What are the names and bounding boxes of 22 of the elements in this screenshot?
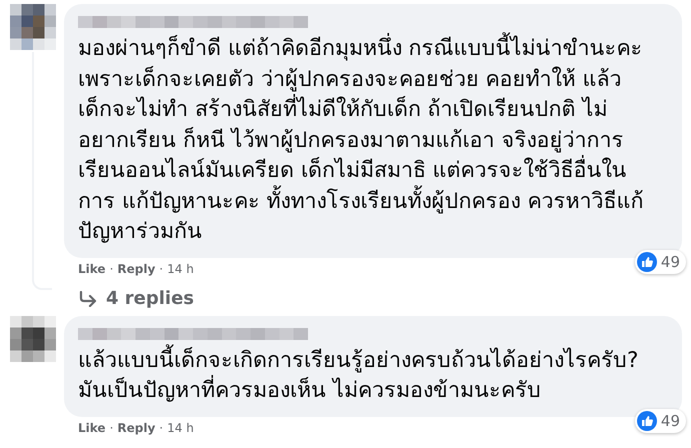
reply-arrow-icon: [78, 290, 98, 306]
thumbs-up-icon: [636, 410, 657, 430]
reaction-count: 49: [660, 412, 680, 430]
blurred-avatar: [10, 316, 56, 362]
like-link[interactable]: Like: [78, 420, 106, 434]
comment-text: มองผ่านๆก็ขำดี แต่ถ้าคิดอีกมุมหนึ่ง กรณีแบบนี้ไม่น่าขำนะคะ เพราะเด็กจะเคยตัว ว่าผู้ปกครองจะคอยช่วย คอยทำให้ แล้ว เด็กจะไม่ทำ สร้างนิสัยที่ไม่ดีให้กับเด็ก ถ้าเปิดเรียนปกติ ไม่ อยากเรียน ก็หนี ไว้พาผู้ปกครองมาตามแก้เอา จริงอยู่ว่าการ เรียนออนไลน์มันเครียด เด็กไม่มีสมาธิ แต่ควรจะใช้วิธีอื่นในการ แก้ปัญหานะคะ ทั้งทางโรงเรียนทั้งผู้ปกครอง ควรหาวิธีแก้ ปัญหาร่วมกัน: [78, 34, 653, 248]
blurred-avatar: [10, 4, 56, 50]
view-replies-link[interactable]: 4 replies: [106, 288, 194, 309]
comment-time[interactable]: 14 h: [167, 420, 194, 434]
separator-dot: ·: [159, 420, 164, 434]
reply-link[interactable]: Reply: [117, 420, 156, 434]
comment-time[interactable]: 14 h: [167, 262, 194, 276]
reply-link[interactable]: Reply: [117, 262, 156, 276]
thumbs-up-icon: [636, 252, 657, 272]
reaction-badge[interactable]: 49: [634, 250, 686, 274]
separator-dot: ·: [159, 262, 164, 276]
like-link[interactable]: Like: [78, 262, 106, 276]
reaction-count: 49: [660, 252, 680, 270]
comment-text: แล้วแบบนี้เด็กจะเกิดการเรียนรู้อย่างครบถ้วนได้อย่างไรครับ? มันเป็นปัญหาที่ควรมองเห็น ไม่ควรมองข้ามนะครับ: [78, 346, 653, 406]
separator-dot: ·: [110, 420, 114, 434]
separator-dot: ·: [110, 262, 114, 276]
reaction-badge[interactable]: 49: [634, 408, 686, 432]
